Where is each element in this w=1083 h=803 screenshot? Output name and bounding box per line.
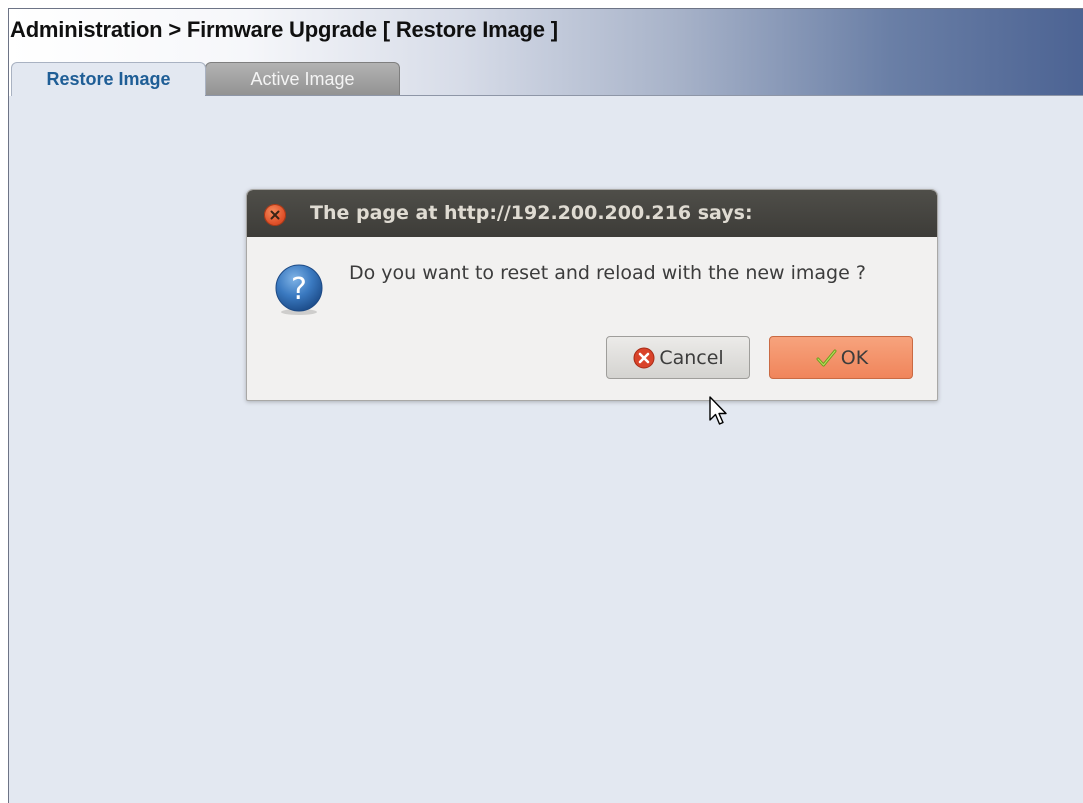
cancel-button-label: Cancel bbox=[659, 346, 724, 369]
question-icon: ? bbox=[275, 264, 323, 315]
cancel-icon bbox=[633, 347, 655, 368]
tab-active-image[interactable]: Active Image bbox=[205, 62, 400, 96]
page-title: Administration > Firmware Upgrade [ Rest… bbox=[10, 17, 558, 42]
dialog-title: The page at http://192.200.200.216 says: bbox=[310, 202, 753, 224]
dialog-message: Do you want to reset and reload with the… bbox=[349, 262, 866, 284]
tab-label: Restore Image bbox=[46, 69, 171, 89]
svg-text:?: ? bbox=[291, 272, 307, 307]
app-frame: Administration > Firmware Upgrade [ Rest… bbox=[8, 8, 1083, 803]
ok-button-label: OK bbox=[840, 346, 869, 369]
ok-button[interactable]: OK bbox=[769, 336, 913, 379]
confirm-dialog: The page at http://192.200.200.216 says:… bbox=[246, 189, 938, 401]
tab-label: Active Image bbox=[250, 69, 355, 89]
close-icon[interactable] bbox=[264, 204, 286, 226]
tab-restore-image[interactable]: Restore Image bbox=[11, 62, 206, 96]
mouse-cursor-icon bbox=[709, 396, 727, 425]
cancel-button[interactable]: Cancel bbox=[606, 336, 750, 379]
checkmark-icon bbox=[816, 349, 837, 366]
dialog-titlebar: The page at http://192.200.200.216 says: bbox=[247, 190, 937, 237]
tab-divider bbox=[205, 95, 1083, 96]
